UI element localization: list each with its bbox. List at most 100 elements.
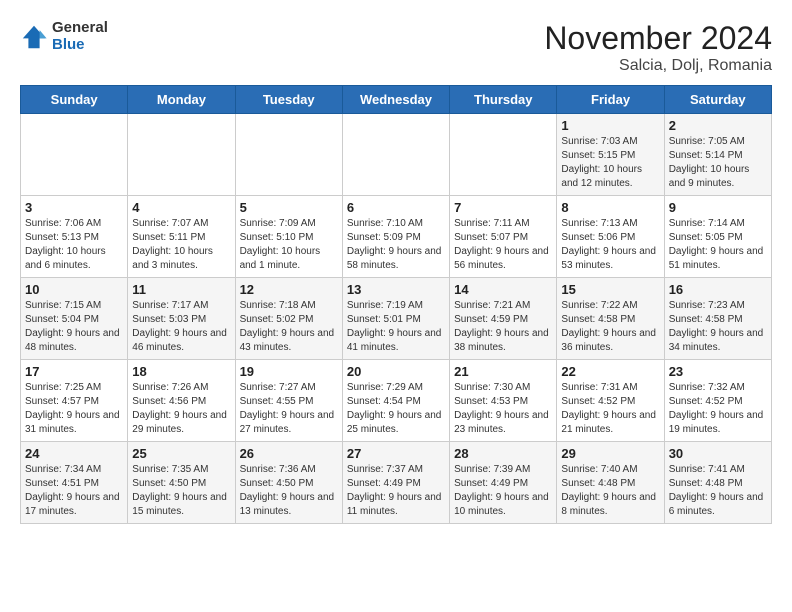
day-info: Sunrise: 7:36 AM Sunset: 4:50 PM Dayligh…: [240, 463, 338, 519]
day-info: Sunrise: 7:09 AM Sunset: 5:10 PM Dayligh…: [240, 217, 338, 273]
day-info: Sunrise: 7:40 AM Sunset: 4:48 PM Dayligh…: [561, 463, 659, 519]
day-number: 18: [132, 364, 230, 379]
weekday-header: Thursday: [450, 86, 557, 114]
day-info: Sunrise: 7:29 AM Sunset: 4:54 PM Dayligh…: [347, 381, 445, 437]
day-number: 30: [669, 446, 767, 461]
day-number: 6: [347, 200, 445, 215]
day-info: Sunrise: 7:06 AM Sunset: 5:13 PM Dayligh…: [25, 217, 123, 273]
calendar-cell: 28Sunrise: 7:39 AM Sunset: 4:49 PM Dayli…: [450, 442, 557, 524]
day-info: Sunrise: 7:41 AM Sunset: 4:48 PM Dayligh…: [669, 463, 767, 519]
day-info: Sunrise: 7:15 AM Sunset: 5:04 PM Dayligh…: [25, 299, 123, 355]
day-info: Sunrise: 7:27 AM Sunset: 4:55 PM Dayligh…: [240, 381, 338, 437]
calendar-cell: 24 Sunrise: 7:34 AM Sunset: 4:51 PM Dayli…: [21, 442, 128, 524]
calendar-cell: [342, 114, 449, 196]
day-info: Sunrise: 7:22 AM Sunset: 4:58 PM Dayligh…: [561, 299, 659, 355]
calendar-cell: 26Sunrise: 7:36 AM Sunset: 4:50 PM Dayli…: [235, 442, 342, 524]
calendar-cell: 14 Sunrise: 7:21 AM Sunset: 4:59 PM Dayli…: [450, 278, 557, 360]
calendar-cell: 12Sunrise: 7:18 AM Sunset: 5:02 PM Dayli…: [235, 278, 342, 360]
calendar-week-row: 3 Sunrise: 7:06 AM Sunset: 5:13 PM Daylig…: [21, 196, 772, 278]
calendar-cell: 19 Sunrise: 7:27 AM Sunset: 4:55 PM Dayli…: [235, 360, 342, 442]
calendar-cell: [21, 114, 128, 196]
day-info: Sunrise: 7:37 AM Sunset: 4:49 PM Dayligh…: [347, 463, 445, 519]
weekday-header: Sunday: [21, 86, 128, 114]
calendar-body: 1Sunrise: 7:03 AM Sunset: 5:15 PM Daylig…: [21, 114, 772, 524]
day-number: 11: [132, 282, 230, 297]
day-info: Sunrise: 7:32 AM Sunset: 4:52 PM Dayligh…: [669, 381, 767, 437]
logo-icon: [20, 23, 48, 51]
day-info: Sunrise: 7:11 AM Sunset: 5:07 PM Dayligh…: [454, 217, 552, 273]
logo-text: General Blue: [52, 20, 108, 53]
calendar-cell: 21Sunrise: 7:30 AM Sunset: 4:53 PM Dayli…: [450, 360, 557, 442]
day-info: Sunrise: 7:23 AM Sunset: 4:58 PM Dayligh…: [669, 299, 767, 355]
calendar-cell: 4 Sunrise: 7:07 AM Sunset: 5:11 PM Daylig…: [128, 196, 235, 278]
day-number: 13: [347, 282, 445, 297]
calendar-week-row: 1Sunrise: 7:03 AM Sunset: 5:15 PM Daylig…: [21, 114, 772, 196]
day-number: 17: [25, 364, 123, 379]
day-info: Sunrise: 7:13 AM Sunset: 5:06 PM Dayligh…: [561, 217, 659, 273]
day-info: Sunrise: 7:26 AM Sunset: 4:56 PM Dayligh…: [132, 381, 230, 437]
weekday-header: Wednesday: [342, 86, 449, 114]
calendar-cell: 8 Sunrise: 7:13 AM Sunset: 5:06 PM Daylig…: [557, 196, 664, 278]
day-info: Sunrise: 7:10 AM Sunset: 5:09 PM Dayligh…: [347, 217, 445, 273]
calendar-cell: 9 Sunrise: 7:14 AM Sunset: 5:05 PM Daylig…: [664, 196, 771, 278]
day-number: 22: [561, 364, 659, 379]
calendar-cell: 7Sunrise: 7:11 AM Sunset: 5:07 PM Daylig…: [450, 196, 557, 278]
calendar-cell: 5 Sunrise: 7:09 AM Sunset: 5:10 PM Daylig…: [235, 196, 342, 278]
day-info: Sunrise: 7:07 AM Sunset: 5:11 PM Dayligh…: [132, 217, 230, 273]
calendar-cell: 30 Sunrise: 7:41 AM Sunset: 4:48 PM Dayli…: [664, 442, 771, 524]
day-number: 3: [25, 200, 123, 215]
calendar-cell: [450, 114, 557, 196]
day-info: Sunrise: 7:14 AM Sunset: 5:05 PM Dayligh…: [669, 217, 767, 273]
day-number: 27: [347, 446, 445, 461]
calendar-cell: 17 Sunrise: 7:25 AM Sunset: 4:57 PM Dayli…: [21, 360, 128, 442]
weekday-header: Saturday: [664, 86, 771, 114]
day-number: 9: [669, 200, 767, 215]
day-number: 4: [132, 200, 230, 215]
calendar-cell: 1Sunrise: 7:03 AM Sunset: 5:15 PM Daylig…: [557, 114, 664, 196]
day-number: 14: [454, 282, 552, 297]
logo: General Blue: [20, 20, 108, 53]
day-info: Sunrise: 7:21 AM Sunset: 4:59 PM Dayligh…: [454, 299, 552, 355]
day-number: 23: [669, 364, 767, 379]
calendar-cell: 11Sunrise: 7:17 AM Sunset: 5:03 PM Dayli…: [128, 278, 235, 360]
calendar-header: SundayMondayTuesdayWednesdayThursdayFrid…: [21, 86, 772, 114]
day-info: Sunrise: 7:25 AM Sunset: 4:57 PM Dayligh…: [25, 381, 123, 437]
weekday-row: SundayMondayTuesdayWednesdayThursdayFrid…: [21, 86, 772, 114]
day-number: 24: [25, 446, 123, 461]
calendar-cell: [128, 114, 235, 196]
calendar-cell: 6 Sunrise: 7:10 AM Sunset: 5:09 PM Daylig…: [342, 196, 449, 278]
day-info: Sunrise: 7:31 AM Sunset: 4:52 PM Dayligh…: [561, 381, 659, 437]
calendar-cell: 10Sunrise: 7:15 AM Sunset: 5:04 PM Dayli…: [21, 278, 128, 360]
calendar-cell: 2Sunrise: 7:05 AM Sunset: 5:14 PM Daylig…: [664, 114, 771, 196]
day-number: 12: [240, 282, 338, 297]
day-info: Sunrise: 7:35 AM Sunset: 4:50 PM Dayligh…: [132, 463, 230, 519]
day-number: 20: [347, 364, 445, 379]
day-info: Sunrise: 7:34 AM Sunset: 4:51 PM Dayligh…: [25, 463, 123, 519]
weekday-header: Tuesday: [235, 86, 342, 114]
calendar-cell: [235, 114, 342, 196]
day-number: 29: [561, 446, 659, 461]
calendar-cell: 15 Sunrise: 7:22 AM Sunset: 4:58 PM Dayli…: [557, 278, 664, 360]
calendar-cell: 27 Sunrise: 7:37 AM Sunset: 4:49 PM Dayli…: [342, 442, 449, 524]
weekday-header: Monday: [128, 86, 235, 114]
calendar-week-row: 10Sunrise: 7:15 AM Sunset: 5:04 PM Dayli…: [21, 278, 772, 360]
day-number: 5: [240, 200, 338, 215]
calendar-cell: 13Sunrise: 7:19 AM Sunset: 5:01 PM Dayli…: [342, 278, 449, 360]
day-number: 15: [561, 282, 659, 297]
calendar-cell: 23 Sunrise: 7:32 AM Sunset: 4:52 PM Dayli…: [664, 360, 771, 442]
day-number: 19: [240, 364, 338, 379]
header: General Blue November 2024 Salcia, Dolj,…: [20, 20, 772, 75]
day-number: 8: [561, 200, 659, 215]
day-info: Sunrise: 7:05 AM Sunset: 5:14 PM Dayligh…: [669, 135, 767, 191]
calendar-cell: 20 Sunrise: 7:29 AM Sunset: 4:54 PM Dayli…: [342, 360, 449, 442]
location-title: Salcia, Dolj, Romania: [544, 57, 772, 75]
calendar-cell: 3 Sunrise: 7:06 AM Sunset: 5:13 PM Daylig…: [21, 196, 128, 278]
calendar-cell: 16Sunrise: 7:23 AM Sunset: 4:58 PM Dayli…: [664, 278, 771, 360]
day-number: 28: [454, 446, 552, 461]
day-number: 25: [132, 446, 230, 461]
calendar-week-row: 17 Sunrise: 7:25 AM Sunset: 4:57 PM Dayli…: [21, 360, 772, 442]
day-info: Sunrise: 7:30 AM Sunset: 4:53 PM Dayligh…: [454, 381, 552, 437]
calendar-cell: 22 Sunrise: 7:31 AM Sunset: 4:52 PM Dayli…: [557, 360, 664, 442]
day-number: 1: [561, 118, 659, 133]
logo-blue-text: Blue: [52, 37, 108, 54]
